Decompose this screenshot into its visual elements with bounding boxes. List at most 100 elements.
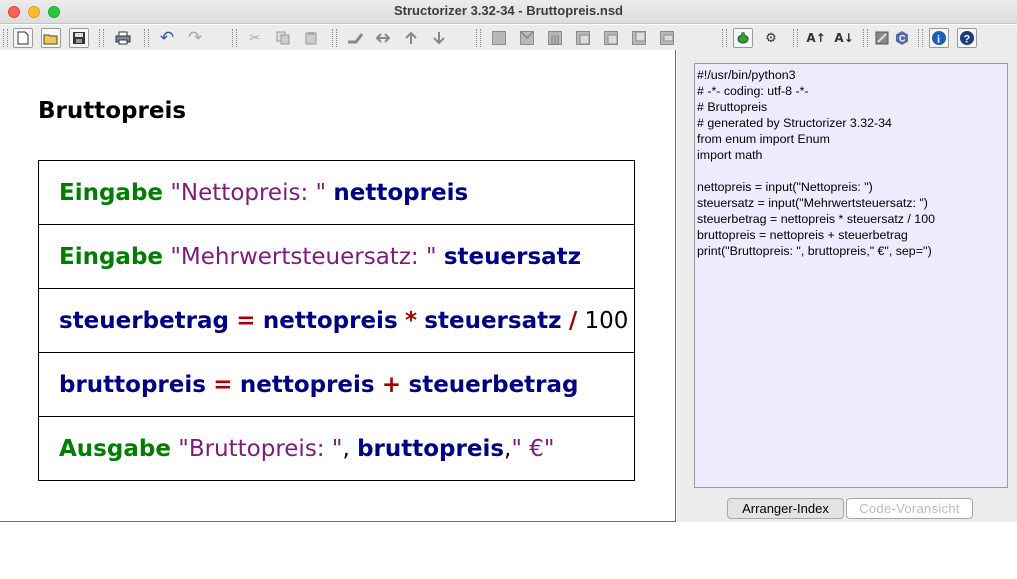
turtle-icon[interactable] [733,28,753,48]
toolbar-separator [99,29,104,47]
redo-icon[interactable]: ↷ [185,28,205,48]
diagram-instruction[interactable]: Ausgabe "Bruttopreis: ", bruttopreis, " €… [39,417,634,481]
code-preview-area[interactable]: #!/usr/bin/python3 # -*- coding: utf-8 -*… [694,63,1008,488]
toolbar-separator [863,29,868,47]
code-line: steuersatz = input("Mehrwertsteuersatz: … [697,196,928,210]
window-background [0,522,1017,579]
info-icon[interactable]: i [929,28,949,48]
instruction-token: Eingabe [59,179,164,206]
print-icon[interactable] [113,28,133,48]
instruction-token: Ausgabe [59,436,171,462]
undo-icon[interactable]: ↶ [157,28,177,48]
instruction-token [417,308,424,334]
instruction-token: , [504,436,512,462]
add-case-icon[interactable] [545,28,565,48]
outdent-icon[interactable] [401,28,421,48]
diagram-panel[interactable]: Bruttopreis Eingabe "Nettopreis: " netto… [0,50,676,522]
code-line: import math [697,148,763,162]
instruction-token: 100 [584,307,629,334]
instruction-token [233,372,240,398]
instruction-token: = [213,371,233,398]
add-while-icon[interactable] [601,28,621,48]
instruction-token [163,180,170,206]
instruction-token: nettopreis [262,307,398,334]
instruction-token [401,372,408,398]
help-icon[interactable]: ? [957,28,977,48]
instruction-token: bruttopreis [59,371,206,398]
instruction-token: steuerbetrag [408,371,579,398]
code-line: # generated by Structorizer 3.32-34 [697,116,892,130]
instruction-token: steuersatz [443,243,582,270]
code-line: steuerbetrag = nettopreis * steuersatz /… [697,212,935,226]
toolbar-separator [476,29,481,47]
instruction-token: / [568,307,578,334]
code-line: from enum import Enum [697,132,830,146]
add-if-icon[interactable] [517,28,537,48]
instruction-token: , [342,436,358,462]
window-title: Structorizer 3.32-34 - Bruttopreis.nsd [394,3,623,18]
transmute-icon[interactable] [373,28,393,48]
toolbar-separator [722,29,727,47]
toolbar-separator [232,29,237,47]
code-line: print("Bruttopreis: ", bruttopreis," €",… [697,244,932,258]
diagram-instruction[interactable]: Eingabe "Mehrwertsteuersatz: " steuersat… [39,225,634,289]
add-instruction-icon[interactable] [489,28,509,48]
toolbar-separator [3,29,8,47]
indent-icon[interactable] [429,28,449,48]
instruction-token: "Mehrwertsteuersatz: " [170,243,437,270]
instruction-token [577,308,584,334]
add-forever-icon[interactable] [657,28,677,48]
toolbar-separator [793,29,798,47]
instruction-token [326,180,333,206]
copy-icon[interactable] [273,28,293,48]
instruction-token: steuersatz [424,307,562,334]
instruction-token [206,372,213,398]
move-up-icon[interactable] [345,28,365,48]
save-icon[interactable] [69,28,89,48]
diagram-instruction[interactable]: Eingabe "Nettopreis: " nettopreis [39,161,634,225]
toolbar-separator [332,29,337,47]
instruction-token [163,244,170,270]
open-folder-icon[interactable] [41,28,61,48]
instruction-token: bruttopreis [357,436,505,462]
export-icon[interactable] [872,28,892,48]
instruction-token: " €" [511,436,555,462]
instruction-token: "Bruttopreis: " [178,436,343,462]
instruction-token [229,308,236,334]
cut-icon[interactable]: ✂ [245,28,265,48]
instruction-token: nettopreis [239,371,375,398]
tab-code-preview[interactable]: Code-Voransicht [846,498,973,519]
font-up-icon[interactable]: A↑ [806,28,826,48]
instruction-token [398,308,405,334]
code-line: bruttopreis = nettopreis + steuerbetrag [697,228,908,242]
new-file-icon[interactable] [13,28,33,48]
settings-gear-icon[interactable]: ⚙ [761,28,781,48]
instruction-token [171,436,178,462]
instruction-token: * [404,307,417,334]
add-repeat-icon[interactable] [629,28,649,48]
instruction-token: "Nettopreis: " [170,179,327,206]
svg-text:i: i [937,34,940,46]
svg-text:?: ? [964,34,971,46]
code-line: nettopreis = input("Nettopreis: ") [697,180,873,194]
instruction-token: Eingabe [59,243,164,270]
toolbar-separator [918,29,923,47]
diagram-title[interactable]: Bruttopreis [38,98,186,124]
tab-arranger-index[interactable]: Arranger-Index [727,498,844,519]
instruction-token: = [236,307,256,334]
toolbar-separator [144,29,149,47]
code-line: # -*- coding: utf-8 -*- [697,84,809,98]
code-line: #!/usr/bin/python3 [697,68,796,82]
add-for-icon[interactable] [573,28,593,48]
paste-icon[interactable] [301,28,321,48]
diagram-instruction[interactable]: bruttopreis = nettopreis + steuerbetrag [39,353,634,417]
font-down-icon[interactable]: A↓ [834,28,854,48]
cpp-icon[interactable]: C [892,28,912,48]
toolbar: ↶ ↷ ✂ ⚙ A↑ A↓ C i ? [0,25,1017,50]
instruction-token [256,308,263,334]
diagram-instruction[interactable]: steuerbetrag = nettopreis * steuersatz /… [39,289,634,353]
nassi-shneiderman-diagram[interactable]: Eingabe "Nettopreis: " nettopreis Eingabe… [38,160,635,481]
instruction-token [437,244,444,270]
instruction-token: nettopreis [333,179,469,206]
